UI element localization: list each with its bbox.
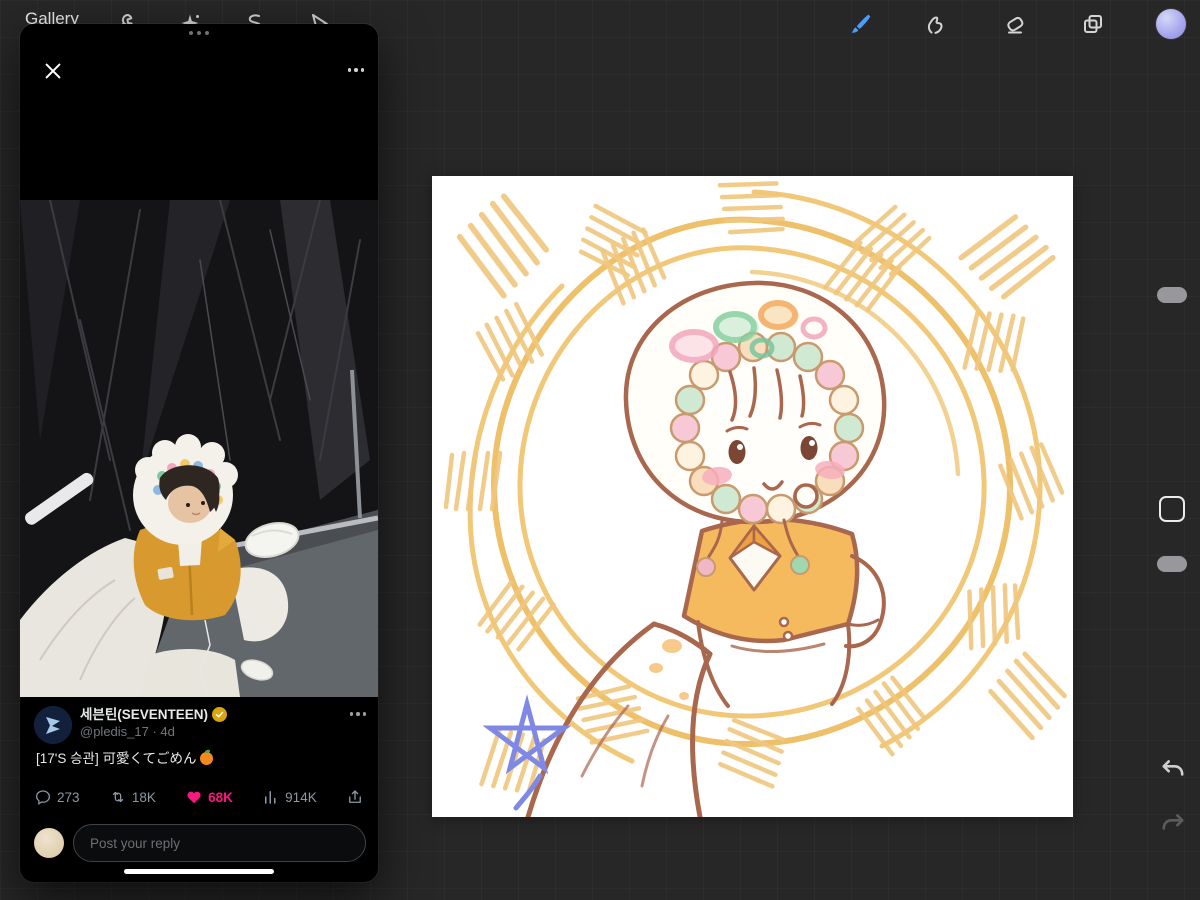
share-button[interactable] bbox=[346, 788, 364, 806]
tweet-action-bar: 273 18K 68K 914K bbox=[34, 784, 364, 810]
reply-button[interactable]: 273 bbox=[34, 788, 80, 806]
window-grab-handle[interactable] bbox=[189, 31, 209, 35]
smudge-finger-tool[interactable] bbox=[921, 10, 949, 38]
paint-brush-tool[interactable] bbox=[846, 10, 874, 38]
chibi-sketch-artwork bbox=[432, 176, 1073, 817]
like-button[interactable]: 68K bbox=[185, 788, 233, 806]
tweet-photo[interactable] bbox=[20, 200, 378, 697]
author-avatar[interactable] bbox=[34, 706, 72, 744]
active-color-swatch[interactable] bbox=[1156, 9, 1186, 39]
reply-bar bbox=[34, 824, 366, 862]
like-count: 68K bbox=[208, 789, 233, 805]
tangerine-emoji bbox=[199, 752, 213, 765]
gold-verified-badge bbox=[212, 707, 228, 722]
selfie-photo-illustration bbox=[20, 200, 378, 697]
reply-input[interactable] bbox=[73, 824, 366, 862]
tweet-more-icon[interactable] bbox=[349, 706, 366, 716]
repost-count: 18K bbox=[131, 789, 156, 805]
self-avatar[interactable] bbox=[34, 828, 64, 858]
brush-size-slider[interactable] bbox=[1157, 287, 1187, 303]
view-count: 914K bbox=[285, 789, 317, 805]
layers-button[interactable] bbox=[1079, 10, 1107, 38]
author-name[interactable]: 세븐틴(SEVENTEEN) bbox=[80, 706, 208, 723]
opacity-slider[interactable] bbox=[1157, 556, 1187, 572]
close-icon[interactable] bbox=[42, 60, 66, 84]
slide-over-twitter-window: 세븐틴(SEVENTEEN) @pledis_17 · 4d [17'S 승관]… bbox=[20, 24, 378, 882]
repost-button[interactable]: 18K bbox=[109, 788, 156, 806]
author-handle-time[interactable]: @pledis_17 · 4d bbox=[80, 723, 227, 740]
chibi-character bbox=[525, 280, 887, 817]
eraser-tool[interactable] bbox=[1001, 10, 1029, 38]
redo-button[interactable] bbox=[1160, 810, 1186, 836]
undo-button[interactable] bbox=[1160, 756, 1186, 782]
drawing-canvas[interactable] bbox=[432, 176, 1073, 817]
home-indicator[interactable] bbox=[124, 869, 274, 874]
overflow-menu-icon[interactable] bbox=[347, 68, 364, 72]
reply-count: 273 bbox=[57, 789, 80, 805]
tweet-author-row: 세븐틴(SEVENTEEN) @pledis_17 · 4d bbox=[34, 706, 366, 744]
modify-button[interactable] bbox=[1159, 496, 1185, 522]
procreate-app: Gallery 세븐틴(SEVENTEEN) @pledis_17 · 4d [… bbox=[0, 0, 1200, 900]
views-button[interactable]: 914K bbox=[262, 788, 317, 806]
tweet-text: [17'S 승관] 可愛くてごめん bbox=[36, 750, 364, 768]
